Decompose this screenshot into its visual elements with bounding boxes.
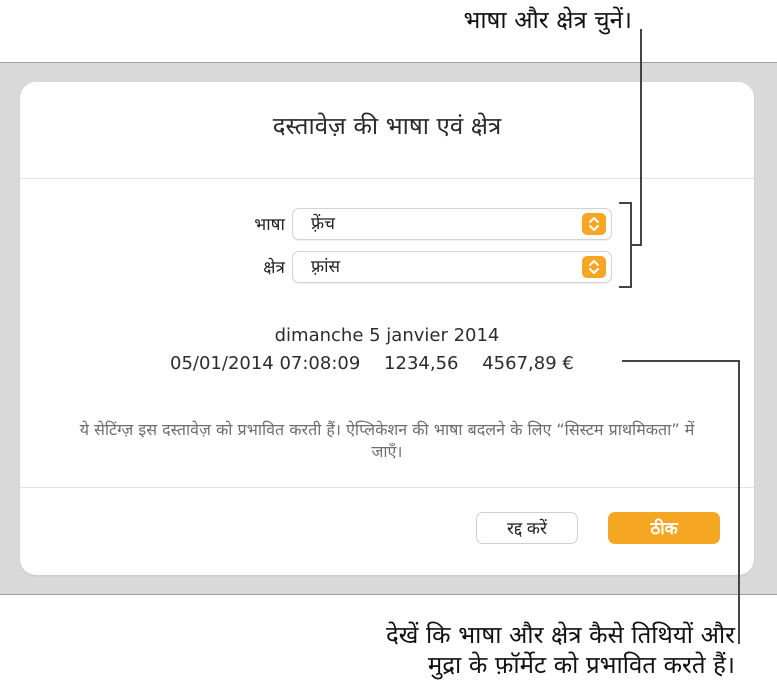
bottom-callout-line-2: मुद्रा के फ़ॉर्मेट को प्रभावित करते हैं। xyxy=(427,651,735,679)
top-callout-leader xyxy=(640,29,642,244)
dialog-title: दस्तावेज़ की भाषा एवं क्षेत्र xyxy=(272,112,502,140)
preview-date-long: dimanche 5 janvier 2014 xyxy=(274,325,500,346)
language-popup[interactable]: फ़्रेंच xyxy=(292,208,612,240)
preview-formats: 05/01/2014 07:08:09 1234,56 4567,89 € xyxy=(170,352,610,376)
preview-date-time: 05/01/2014 07:08:09 xyxy=(170,353,361,374)
language-value: फ़्रेंच xyxy=(311,214,335,234)
preview-currency: 4567,89 € xyxy=(482,353,574,374)
language-row: भाषा : फ़्रेंच xyxy=(20,208,754,242)
bottom-divider xyxy=(20,487,754,488)
region-value: फ़्रांस xyxy=(311,257,341,277)
settings-info-text: ये सेटिंग्ज़ इस दस्तावेज़ को प्रभावित कर… xyxy=(79,420,695,461)
bottom-callout-leader xyxy=(738,360,740,644)
annotated-screenshot: भाषा और क्षेत्र चुनें। दस्तावेज़ की भाषा… xyxy=(0,0,777,700)
language-label: भाषा : xyxy=(254,215,296,235)
stepper-chevrons-icon xyxy=(582,256,606,278)
top-callout: भाषा और क्षेत्र चुनें। xyxy=(463,6,632,34)
stepper-chevrons-icon xyxy=(582,213,606,235)
bottom-callout-line-1: देखें कि भाषा और क्षेत्र कैसे तिथियों और xyxy=(385,621,735,649)
top-divider xyxy=(20,178,754,179)
popup-bracket-bottom xyxy=(619,286,632,288)
cancel-button[interactable]: रद्द करें xyxy=(476,512,578,544)
preview-number: 1234,56 xyxy=(384,353,459,374)
bottom-callout: देखें कि भाषा और क्षेत्र कैसे तिथियों और… xyxy=(295,620,735,680)
language-region-dialog: दस्तावेज़ की भाषा एवं क्षेत्र भाषा : फ़्… xyxy=(20,82,754,575)
region-popup[interactable]: फ़्रांस xyxy=(292,251,612,283)
ok-button[interactable]: ठीक xyxy=(608,512,720,544)
popup-bracket xyxy=(630,202,632,288)
region-row: क्षेत्र : फ़्रांस xyxy=(20,251,754,285)
bottom-callout-connector xyxy=(622,360,740,362)
